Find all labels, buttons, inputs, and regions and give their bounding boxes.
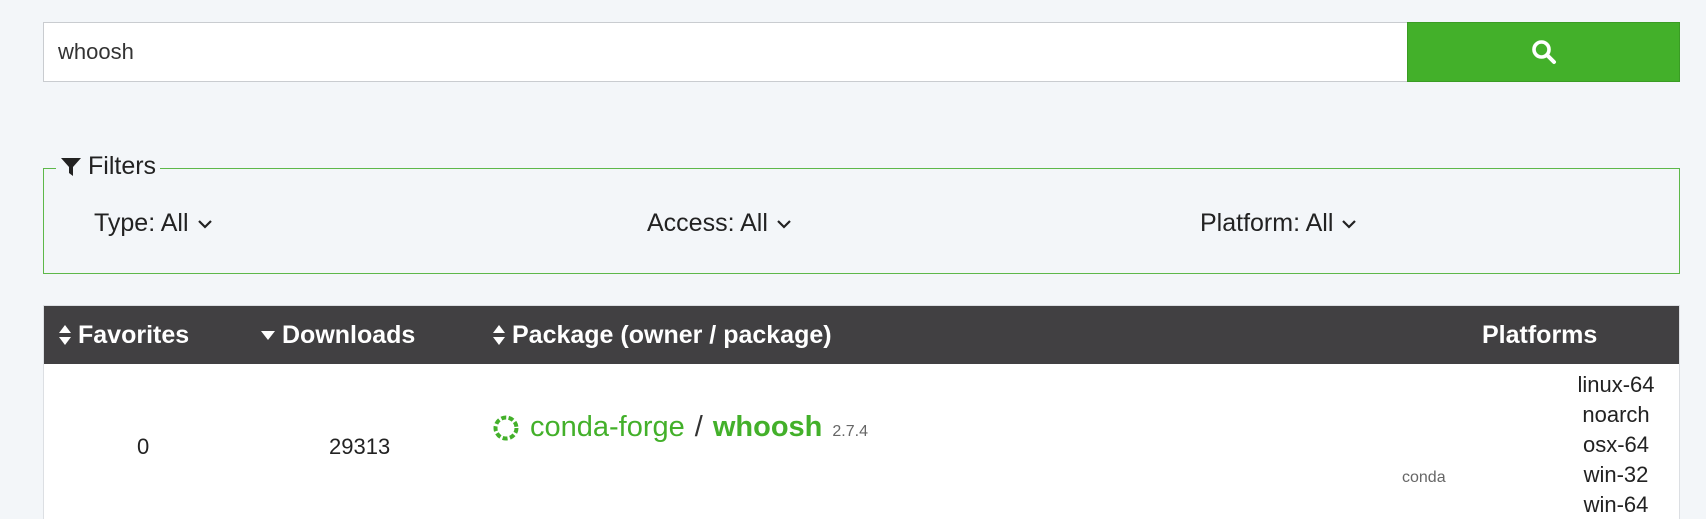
package-type-label: conda [1402,469,1446,486]
package-owner-link[interactable]: conda-forge [530,411,685,444]
platform-item: win-32 [1583,462,1649,487]
header-favorites-label: Favorites [78,320,190,349]
package-cell: conda-forge / whoosh 2.7.4 [492,411,868,444]
filter-platform-dropdown[interactable]: Platform: All [1200,209,1357,238]
platform-item: linux-64 [1577,372,1655,397]
platform-item: noarch [1582,402,1650,427]
package-name-link[interactable]: whoosh [713,411,823,444]
filter-access-dropdown[interactable]: Access: All [647,209,792,238]
owner-package-separator: / [694,411,703,443]
search-bar [43,22,1680,82]
downloads-count: 29313 [329,434,391,459]
header-downloads[interactable]: Downloads [260,306,415,364]
results-table: Favorites Downloads Package (owner / pac… [43,305,1680,519]
filter-access-label: Access: All [647,209,768,237]
platform-item: osx-64 [1582,432,1650,457]
platform-item: win-64 [1583,492,1649,517]
filters-title: Filters [88,152,157,180]
chevron-down-icon [777,219,791,229]
sort-icon [59,325,71,345]
filter-type-label: Type: All [94,209,189,237]
favorites-count: 0 [137,434,150,459]
header-favorites[interactable]: Favorites [58,306,189,364]
filter-platform-label: Platform: All [1200,209,1334,237]
table-header: Favorites Downloads Package (owner / pac… [44,306,1679,364]
filters-legend: Filters [56,152,161,181]
package-version: 2.7.4 [832,423,868,440]
filter-type-dropdown[interactable]: Type: All [94,209,213,238]
search-button[interactable] [1407,22,1680,82]
header-platforms-label: Platforms [1482,320,1598,349]
filter-icon [61,157,81,176]
platform-list: linux-64 noarch osx-64 win-32 win-64 [1514,370,1706,519]
header-downloads-label: Downloads [282,320,416,349]
search-input[interactable] [43,22,1407,82]
conda-forge-logo-icon [493,415,519,440]
header-package-label: Package (owner / package) [512,320,832,349]
filters-panel: Filters Type: All Access: All Platform: … [43,152,1680,274]
chevron-down-icon [197,219,212,229]
sort-desc-icon [261,331,275,340]
header-package[interactable]: Package (owner / package) [492,306,832,364]
sort-icon [493,325,505,345]
header-platforms: Platforms [1482,306,1597,364]
chevron-down-icon [1342,219,1357,229]
search-icon [1531,40,1556,64]
page: Filters Type: All Access: All Platform: … [0,0,1706,519]
